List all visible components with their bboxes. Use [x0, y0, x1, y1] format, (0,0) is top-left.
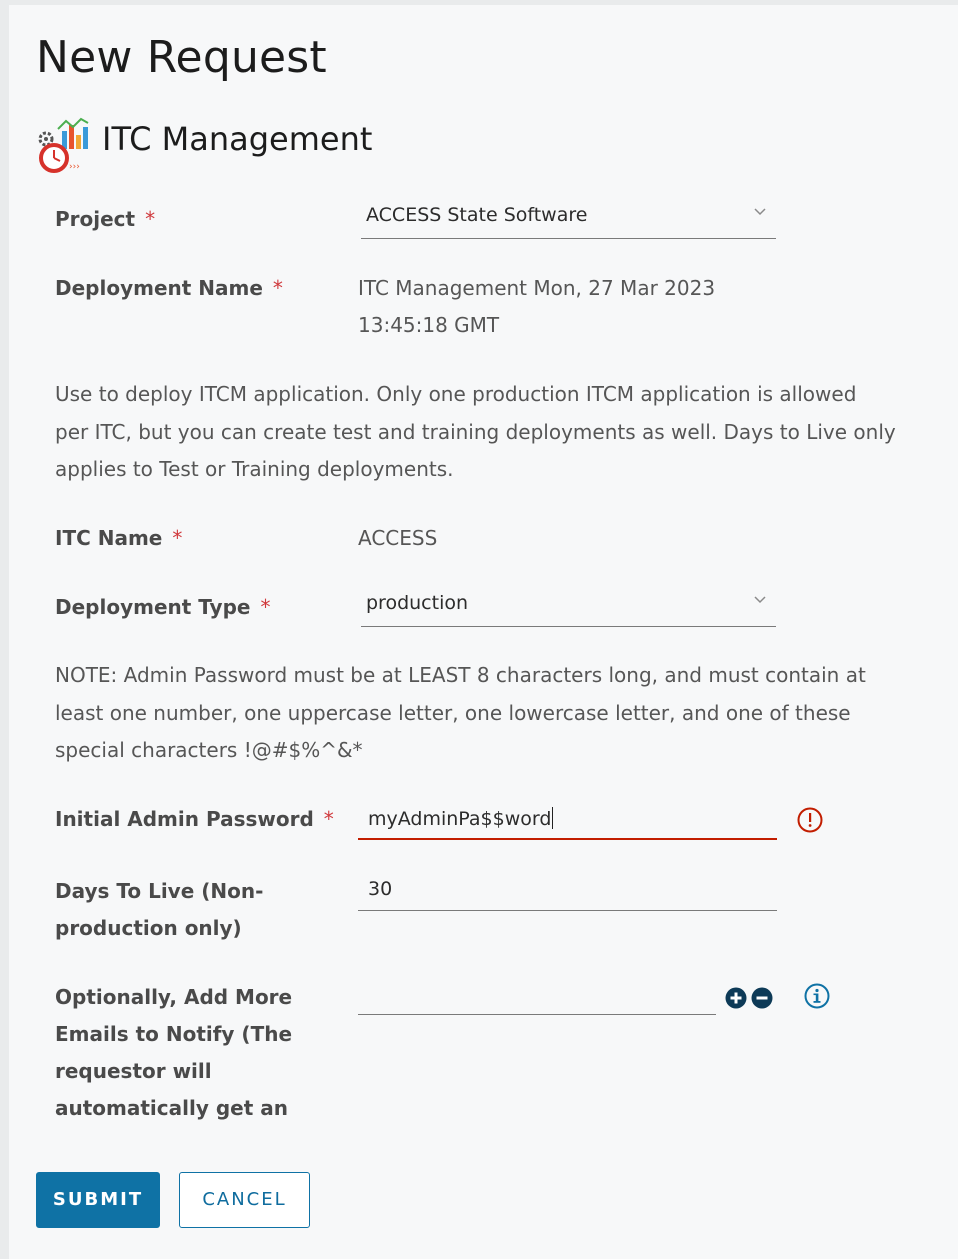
days-to-live-label: Days To Live (Non- production only)	[55, 873, 263, 947]
admin-password-label: Initial Admin Password *	[55, 801, 334, 838]
deployment-name-line2: 13:45:18 GMT	[358, 313, 500, 337]
page-title: New Request	[36, 32, 327, 83]
admin-password-label-text: Initial Admin Password	[55, 807, 314, 831]
add-email-icon[interactable]	[725, 987, 747, 1009]
description-line2: per ITC, but you can create test and tra…	[55, 419, 896, 444]
required-marker: *	[172, 526, 183, 550]
required-marker: *	[260, 595, 271, 619]
svg-text:›››: ›››	[69, 162, 80, 172]
chevron-down-icon	[754, 596, 766, 604]
text-cursor	[552, 807, 554, 829]
note-line1: NOTE: Admin Password must be at LEAST 8 …	[55, 663, 866, 687]
itc-name-value: ACCESS	[358, 526, 438, 550]
deployment-type-select[interactable]: production	[361, 587, 776, 627]
emails-label: Optionally, Add More Emails to Notify (T…	[55, 979, 292, 1127]
project-select-value: ACCESS State Software	[366, 204, 588, 226]
emails-label-line2: Emails to Notify (The	[55, 1022, 293, 1046]
deployment-name-label-text: Deployment Name	[55, 276, 263, 300]
required-marker: *	[145, 207, 156, 231]
emails-label-line4: automatically get an	[55, 1096, 288, 1120]
form-description: Use to deploy ITCM application. Only one…	[55, 376, 935, 489]
admin-password-value: myAdminPa$$word	[368, 807, 554, 830]
deployment-type-label: Deployment Type *	[55, 589, 270, 626]
cancel-button[interactable]: CANCEL	[179, 1172, 310, 1228]
remove-email-icon[interactable]	[751, 987, 773, 1009]
days-to-live-value: 30	[368, 878, 393, 900]
days-to-live-label-line2: production only)	[55, 916, 242, 940]
admin-password-input[interactable]: myAdminPa$$word	[358, 800, 777, 840]
deployment-name-value: ITC Management Mon, 27 Mar 2023 13:45:18…	[358, 270, 715, 344]
catalog-item-name: ITC Management	[102, 120, 373, 158]
itc-name-label: ITC Name *	[55, 520, 182, 557]
itc-name-label-text: ITC Name	[55, 526, 163, 550]
days-to-live-input[interactable]: 30	[358, 871, 777, 911]
emails-label-line1: Optionally, Add More	[55, 985, 293, 1009]
itc-management-icon: ›››	[38, 117, 89, 173]
project-label-text: Project	[55, 207, 136, 231]
submit-button[interactable]: SUBMIT	[36, 1172, 160, 1228]
chevron-down-icon	[754, 208, 766, 216]
deployment-type-select-value: production	[366, 592, 469, 614]
emails-input[interactable]	[358, 975, 716, 1015]
password-note: NOTE: Admin Password must be at LEAST 8 …	[55, 657, 935, 770]
form-scroll-area[interactable]: New Request ››› ITC Management Project * …	[0, 0, 958, 1138]
deployment-name-label: Deployment Name *	[55, 270, 283, 307]
info-icon[interactable]	[803, 982, 831, 1010]
project-select[interactable]: ACCESS State Software	[361, 199, 776, 239]
deployment-type-label-text: Deployment Type	[55, 595, 251, 619]
days-to-live-label-line1: Days To Live (Non-	[55, 879, 264, 903]
error-icon	[797, 807, 823, 833]
admin-password-text: myAdminPa$$word	[368, 808, 552, 830]
required-marker: *	[272, 276, 283, 300]
emails-label-line3: requestor will	[55, 1059, 212, 1083]
project-label: Project *	[55, 201, 155, 238]
deployment-name-line1: ITC Management Mon, 27 Mar 2023	[358, 276, 716, 300]
required-marker: *	[323, 807, 334, 831]
note-line2: least one number, one uppercase letter, …	[55, 700, 851, 725]
description-line1: Use to deploy ITCM application. Only one…	[55, 382, 857, 406]
description-line3: applies to Test or Training deployments.	[55, 457, 454, 481]
note-line3: special characters !@#$%^&*	[55, 738, 363, 762]
